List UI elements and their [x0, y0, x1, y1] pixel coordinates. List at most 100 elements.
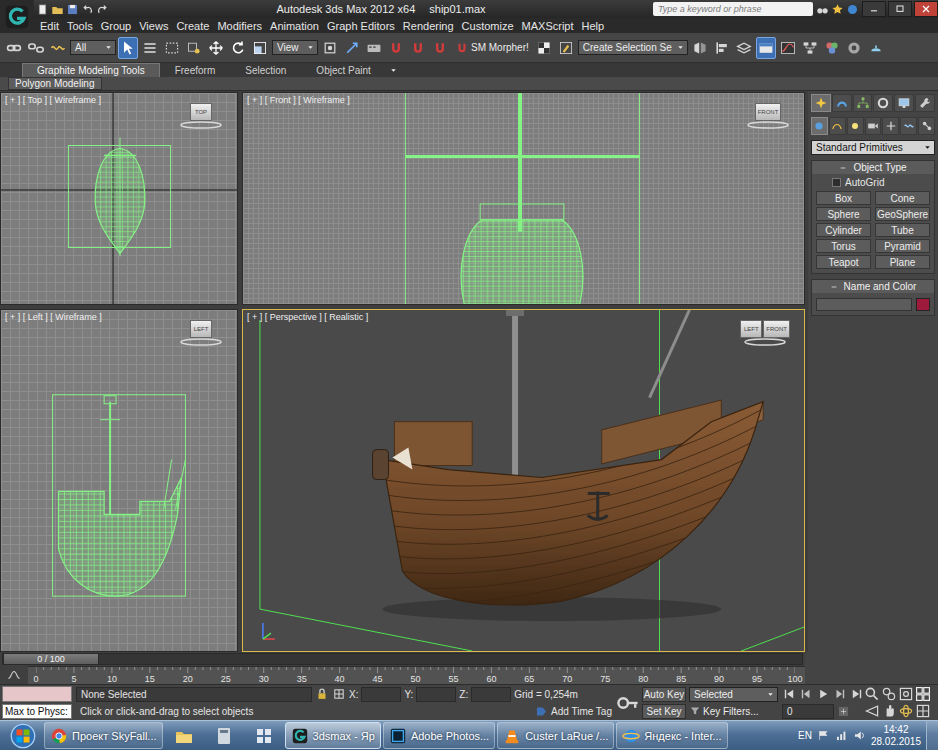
maximize-win-icon[interactable] [894, 3, 906, 15]
menu-item[interactable]: Views [135, 20, 172, 32]
pinned-app[interactable] [205, 722, 243, 749]
toolbar-dropdown[interactable]: All [70, 40, 116, 55]
primitive-button[interactable]: Cylinder [816, 223, 871, 237]
viewcube-ring-icon[interactable] [179, 338, 223, 346]
close-icon[interactable] [920, 3, 932, 15]
redo-icon[interactable] [96, 3, 109, 16]
auto-key-button[interactable]: Auto Key [642, 687, 686, 702]
pinned-app[interactable] [165, 722, 203, 749]
listener-output[interactable] [2, 686, 72, 702]
toolbar-dropdown[interactable]: Create Selection Se [578, 40, 688, 55]
flag-icon[interactable] [817, 729, 830, 742]
zoom-extents-all-icon[interactable] [915, 686, 931, 702]
tool-button[interactable] [118, 37, 138, 59]
tool-button[interactable] [206, 37, 226, 59]
tool-button[interactable] [250, 37, 270, 59]
zoom-extents-icon[interactable] [898, 686, 914, 702]
tool-button[interactable] [364, 37, 384, 59]
star-icon[interactable] [831, 3, 844, 16]
time-slider[interactable]: 0 / 100 [2, 653, 803, 665]
show-desktop-button[interactable] [926, 721, 938, 750]
ribbon-tab[interactable]: Object Paint [301, 63, 385, 77]
command-panel-tab[interactable] [811, 94, 831, 112]
current-frame-field[interactable]: 0 [782, 704, 834, 719]
tool-button[interactable] [712, 37, 732, 59]
minimize-button[interactable] [862, 1, 886, 17]
application-button[interactable] [0, 0, 34, 33]
viewport-label[interactable]: [ + ] [ Perspective ] [ Realistic ] [247, 312, 368, 322]
time-config-icon[interactable] [837, 705, 850, 718]
tool-button[interactable] [26, 37, 46, 59]
command-panel-tab[interactable] [873, 94, 893, 112]
tool-button[interactable] [162, 37, 182, 59]
toolbar-dropdown[interactable]: View [272, 40, 318, 55]
help-icon[interactable] [846, 3, 859, 16]
tool-button[interactable] [342, 37, 362, 59]
rollout-header[interactable]: Name and Color [812, 280, 934, 293]
command-panel-tab[interactable] [832, 94, 852, 112]
primitive-button[interactable]: Tube [875, 223, 930, 237]
add-time-tag[interactable]: Add Time Tag [551, 706, 612, 717]
taskbar-item[interactable]: Adobe Photos... [383, 722, 495, 749]
tool-button[interactable] [140, 37, 160, 59]
viewcube-ring-icon[interactable] [746, 121, 790, 129]
arrow-down-icon[interactable] [104, 43, 113, 52]
viewcube-face[interactable]: FRONT [763, 320, 790, 338]
viewcube-face[interactable]: LEFT [190, 320, 212, 338]
category-dropdown[interactable]: Standard Primitives [811, 140, 935, 155]
tool-button[interactable] [320, 37, 340, 59]
ship-wireframe[interactable] [1, 310, 237, 651]
y-field[interactable] [416, 687, 456, 702]
create-category-tab[interactable] [811, 117, 828, 135]
create-category-tab[interactable] [900, 117, 917, 135]
open-icon[interactable] [51, 3, 64, 16]
listener-input[interactable]: Max to Physc: [2, 704, 72, 719]
tool-button[interactable] [778, 37, 798, 59]
lock-icon[interactable] [315, 687, 329, 701]
set-key-button[interactable]: Set Key [642, 704, 686, 719]
ribbon-options[interactable] [386, 63, 401, 77]
tool-button[interactable] [734, 37, 754, 59]
primitive-button[interactable]: Box [816, 191, 871, 205]
maximize-button[interactable] [888, 1, 912, 17]
tool-button[interactable] [844, 37, 864, 59]
tool-button[interactable] [866, 37, 886, 59]
taskbar-item[interactable]: Custer LaRue /... [497, 722, 614, 749]
tool-button[interactable] [386, 37, 406, 59]
menu-item[interactable]: Modifiers [213, 20, 266, 32]
create-category-tab[interactable] [847, 117, 864, 135]
menu-item[interactable]: Group [97, 20, 136, 32]
viewport[interactable]: [ + ] [ Front ] [ Wireframe ]FRONT [242, 92, 805, 305]
viewport-label[interactable]: [ + ] [ Top ] [ Wireframe ] [5, 95, 101, 105]
play-icon[interactable] [816, 687, 830, 701]
z-field[interactable] [471, 687, 511, 702]
volume-icon[interactable] [853, 729, 866, 742]
mini-curve-editor-button[interactable] [0, 666, 28, 684]
go-start-icon[interactable] [782, 687, 796, 701]
tool-button[interactable] [822, 37, 842, 59]
tool-button[interactable] [534, 37, 554, 59]
tool-button[interactable] [408, 37, 428, 59]
primitive-button[interactable]: GeoSphere [875, 207, 930, 221]
viewcube[interactable]: FRONT [746, 103, 790, 129]
language-indicator[interactable]: EN [798, 730, 812, 741]
viewport-label[interactable]: [ + ] [ Left ] [ Wireframe ] [5, 312, 102, 322]
command-panel-tab[interactable] [853, 94, 873, 112]
viewcube-face[interactable]: FRONT [755, 103, 782, 121]
primitive-button[interactable]: Teapot [816, 255, 871, 269]
create-category-tab[interactable] [865, 117, 882, 135]
tool-button[interactable] [556, 37, 576, 59]
tool-button[interactable] [228, 37, 248, 59]
tool-button[interactable] [4, 37, 24, 59]
time-tag-icon[interactable] [535, 705, 548, 718]
name-field[interactable] [816, 298, 912, 311]
orbit-icon[interactable] [898, 703, 914, 719]
pinned-app[interactable] [245, 722, 283, 749]
key-mode-dropdown[interactable]: Selected [689, 687, 778, 702]
viewcube-ring-icon[interactable] [743, 338, 787, 346]
minimize-icon[interactable] [868, 3, 880, 15]
viewport[interactable]: [ + ] [ Perspective ] [ Realistic ] LEFTF… [242, 309, 805, 652]
ship-wireframe[interactable] [243, 93, 804, 304]
viewcube[interactable]: LEFTFRONT [740, 320, 790, 346]
tool-button[interactable] [184, 37, 204, 59]
